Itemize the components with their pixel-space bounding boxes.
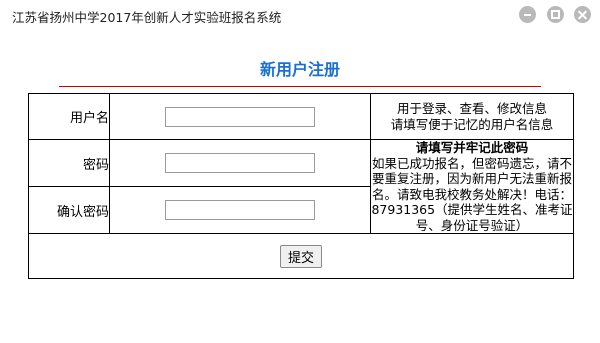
minimize-icon[interactable] [519, 6, 536, 23]
password-notice: 请填写并牢记此密码 如果已成功报名，但密码遗忘，请不要重复注册，因为新用户无法重… [370, 139, 574, 234]
password-label: 密码 [28, 139, 110, 187]
submit-row: 提交 [28, 233, 574, 279]
username-hint: 用于登录、查看、修改信息 请填写便于记忆的用户名信息 [370, 93, 574, 140]
username-hint-line2: 请填写便于记忆的用户名信息 [390, 116, 554, 132]
password-notice-body: 如果已成功报名，但密码遗忘，请不要重复注册，因为新用户无法重新报名。请致电我校教… [371, 155, 573, 233]
divider [59, 86, 541, 87]
window-title: 江苏省扬州中学2017年创新人才实验班报名系统 [12, 10, 282, 25]
title-bar: 江苏省扬州中学2017年创新人才实验班报名系统 [0, 0, 600, 30]
confirm-password-input[interactable] [165, 200, 315, 220]
page-title: 新用户注册 [259, 60, 340, 79]
confirm-password-label: 确认密码 [28, 186, 110, 234]
close-icon[interactable] [574, 6, 591, 23]
maximize-icon[interactable] [547, 6, 564, 23]
submit-button[interactable]: 提交 [279, 244, 322, 268]
username-input[interactable] [165, 106, 315, 127]
register-form: 用户名 用于登录、查看、修改信息 请填写便于记忆的用户名信息 密码 请填写并牢记… [28, 93, 574, 279]
username-hint-line1: 用于登录、查看、修改信息 [396, 101, 547, 116]
password-notice-title: 请填写并牢记此密码 [415, 140, 529, 155]
password-input[interactable] [165, 153, 315, 173]
username-label: 用户名 [28, 93, 110, 140]
